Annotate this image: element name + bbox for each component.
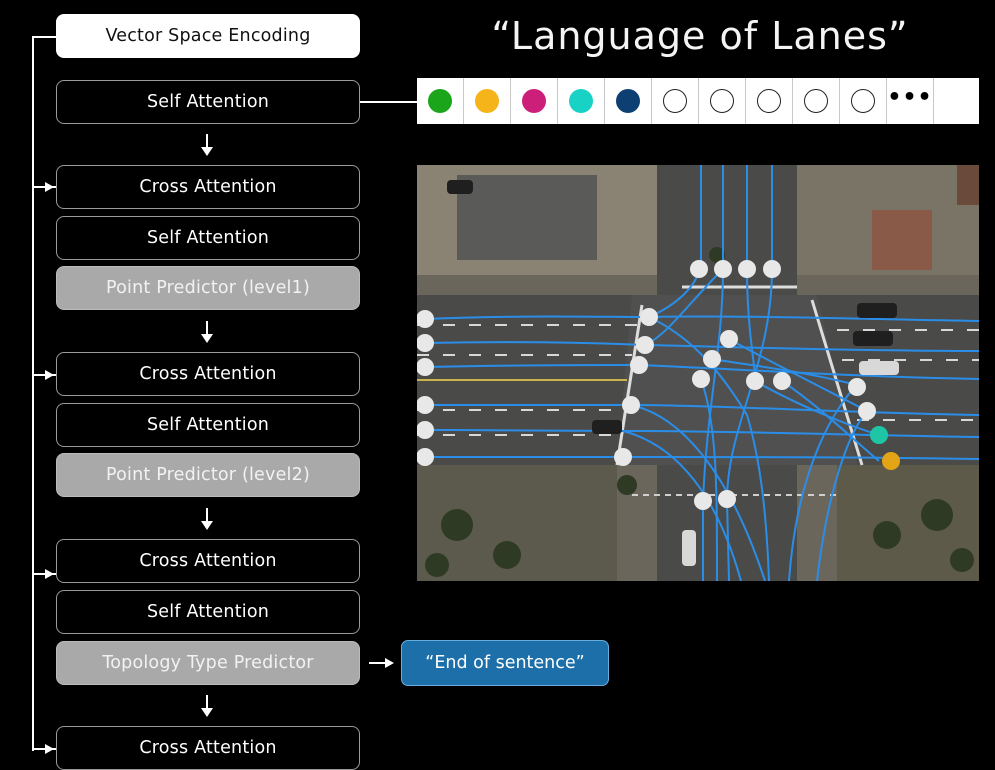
aerial-intersection-map [417, 165, 979, 581]
cross-attention-block-1: Cross Attention [56, 165, 360, 209]
self-attention-block-4: Self Attention [56, 590, 360, 634]
token-dot-cyan [569, 89, 593, 113]
lane-node-teal [870, 426, 888, 444]
encoding-bus-line [32, 36, 34, 751]
token-dot-empty [663, 89, 687, 113]
building-roof [872, 210, 932, 270]
self-attention-block-3: Self Attention [56, 403, 360, 447]
token-dot-empty [804, 89, 828, 113]
topology-type-predictor-block: Topology Type Predictor [56, 641, 360, 685]
bus-tick-top [32, 36, 56, 38]
bus-arrow-4 [45, 744, 54, 754]
vector-space-encoding-block: Vector Space Encoding [56, 14, 360, 58]
down-arrow-3 [199, 508, 215, 532]
token-dot-empty [851, 89, 875, 113]
token-4 [558, 78, 605, 124]
self-attention-block-1: Self Attention [56, 80, 360, 124]
token-dot-orange [475, 89, 499, 113]
down-arrow-2 [199, 321, 215, 345]
bus-arrow-2 [45, 370, 54, 380]
token-dot-magenta [522, 89, 546, 113]
cross-attention-block-2: Cross Attention [56, 352, 360, 396]
token-8 [746, 78, 793, 124]
token-3 [511, 78, 558, 124]
token-blank [934, 78, 979, 124]
token-dot-empty [710, 89, 734, 113]
end-of-sentence-token: “End of sentence” [401, 640, 609, 686]
token-10 [840, 78, 887, 124]
ellipsis-glyph: ••• [887, 84, 933, 110]
bus-arrow-1 [45, 182, 54, 192]
token-dot-empty [757, 89, 781, 113]
self-attention-block-2: Self Attention [56, 216, 360, 260]
point-predictor-level2-block: Point Predictor (level2) [56, 453, 360, 497]
cross-attention-block-3: Cross Attention [56, 539, 360, 583]
token-1 [417, 78, 464, 124]
cross-attention-block-4: Cross Attention [56, 726, 360, 770]
token-2 [464, 78, 511, 124]
building-edge [957, 165, 979, 205]
token-9 [793, 78, 840, 124]
token-dot-navy [616, 89, 640, 113]
token-7 [699, 78, 746, 124]
token-5 [605, 78, 652, 124]
down-arrow-1 [199, 134, 215, 158]
lane-node-orange [882, 452, 900, 470]
intersection-svg [417, 165, 979, 581]
slide-title: “Language of Lanes” [491, 14, 909, 58]
token-ellipsis: ••• [887, 78, 934, 124]
token-dot-green [428, 89, 452, 113]
bus-arrow-3 [45, 569, 54, 579]
token-6 [652, 78, 699, 124]
down-arrow-4 [199, 695, 215, 719]
topology-to-eos-arrowhead [385, 658, 394, 668]
parking-area [457, 175, 597, 260]
point-predictor-level1-block: Point Predictor (level1) [56, 266, 360, 310]
lane-token-sequence: ••• [417, 78, 979, 124]
self-attention-to-tokens-connector [360, 101, 417, 103]
